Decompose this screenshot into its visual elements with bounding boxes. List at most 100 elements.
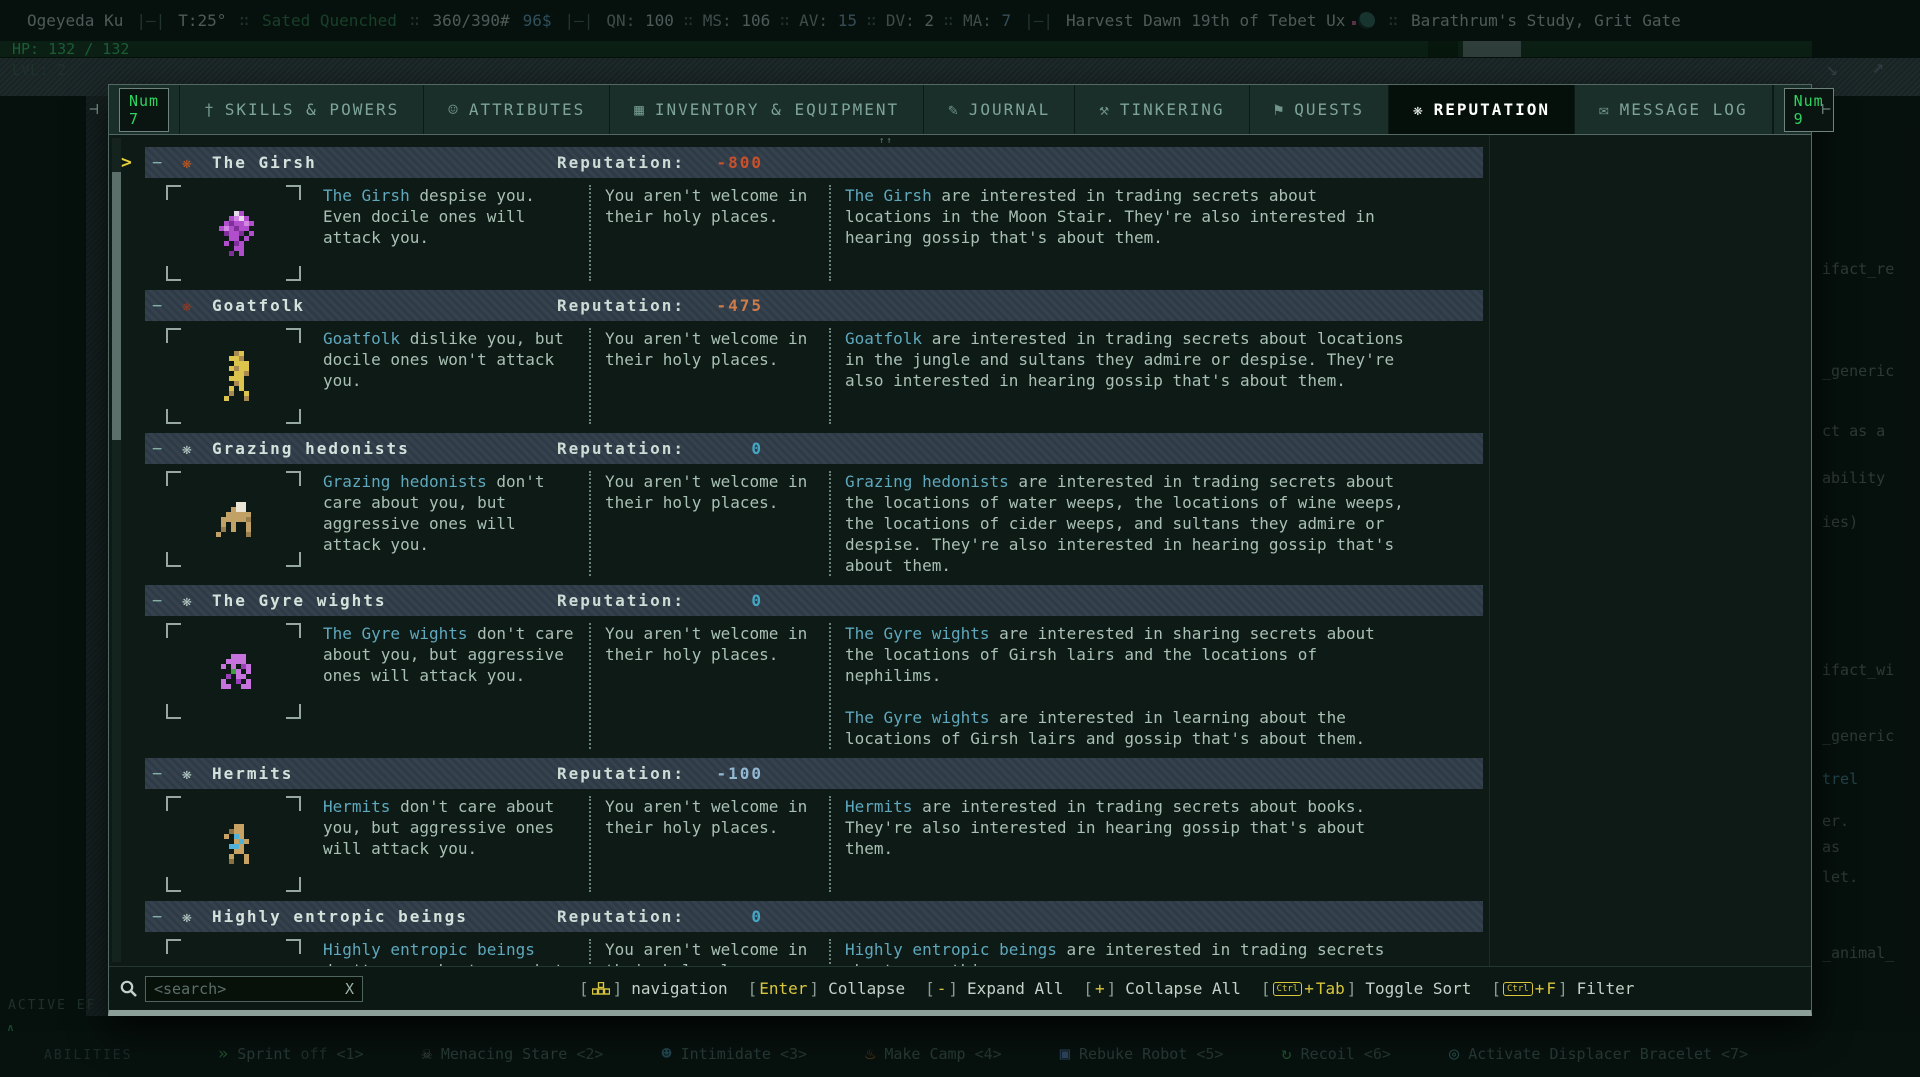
column-separator <box>829 939 831 966</box>
holy-places-text: You aren't welcome in their holy places. <box>605 939 815 966</box>
column-separator <box>829 471 831 576</box>
scroll-indicator-icon: ↑↑ <box>879 136 894 146</box>
next-tab-pager[interactable]: Num 9 <box>1773 85 1844 134</box>
holy-places-text: You aren't welcome in their holy places. <box>605 328 815 424</box>
faction-header[interactable]: > − ❋ Highly entropic beings Reputation:… <box>145 901 1483 932</box>
tab-reputation[interactable]: ❋ REPUTATION <box>1389 85 1575 134</box>
faction-detail: The Girsh despise you. Even docile ones … <box>166 185 1811 281</box>
faction-header[interactable]: > − ❋ The Girsh Reputation: -800 <box>145 147 1483 178</box>
faction-detail: Highly entropic beings don't care about … <box>166 939 1811 966</box>
reputation-label: Reputation: <box>557 153 685 172</box>
column-separator <box>589 939 591 966</box>
prev-tab-key-label[interactable]: Num 7 <box>119 88 169 132</box>
tab-bar: Num 7 † SKILLS & POWERS ☺ ATTRIBUTES ▦ I… <box>108 84 1812 134</box>
window-footer: <search> X []navigation [Enter]Collapse [-… <box>109 966 1811 1010</box>
tab-skills-powers[interactable]: † SKILLS & POWERS <box>180 85 424 134</box>
search-input[interactable]: <search> X <box>145 976 363 1002</box>
column-separator <box>829 796 831 892</box>
tab-attributes[interactable]: ☺ ATTRIBUTES <box>424 85 610 134</box>
faction-name: The Gyre wights <box>212 591 387 610</box>
tab-label: QUESTS <box>1294 100 1364 119</box>
faction-standing-text: The Girsh despise you. Even docile ones … <box>323 185 575 281</box>
chest-icon: ▦ <box>634 100 644 119</box>
person-icon: ☺ <box>448 100 458 119</box>
search-clear-button[interactable]: X <box>345 980 354 998</box>
holy-places-text: You aren't welcome in their holy places. <box>605 796 815 892</box>
faction-header[interactable]: > − ❋ Grazing hedonists Reputation: 0 <box>145 433 1483 464</box>
column-separator <box>589 328 591 424</box>
faction-detail: Goatfolk dislike you, but docile ones wo… <box>166 328 1811 424</box>
scrollbar-track[interactable] <box>112 138 121 962</box>
collapse-toggle[interactable]: − <box>152 153 174 173</box>
tab-label: ATTRIBUTES <box>469 100 585 119</box>
collapse-toggle[interactable]: − <box>152 764 174 784</box>
reputation-label: Reputation: <box>557 296 685 315</box>
navigation-keys-icon <box>592 982 610 995</box>
reputation-window: ⊣ ⊢ Num 7 † SKILLS & POWERS ☺ ATTRIBUTES… <box>108 84 1812 1016</box>
faction-header[interactable]: > − ❋ Hermits Reputation: -100 <box>145 758 1483 789</box>
faction-portrait <box>166 328 301 424</box>
faction-name: The Girsh <box>212 153 317 172</box>
faction-sprite <box>216 502 221 507</box>
tab-strip-left-bracket: ⊣ <box>89 99 99 118</box>
ctrl-key-icon: Ctrl <box>1503 982 1533 996</box>
tab-message-log[interactable]: ✉ MESSAGE LOG <box>1575 85 1773 134</box>
keyboard-hints: []navigation [Enter]Collapse [-]Expand All… <box>579 979 1634 998</box>
faction-portrait <box>166 623 301 719</box>
prev-tab-pager[interactable]: Num 7 <box>109 85 180 134</box>
collapse-toggle[interactable]: − <box>152 591 174 611</box>
holy-places-text: You aren't welcome in their holy places. <box>605 623 815 749</box>
collapse-toggle[interactable]: − <box>152 907 174 927</box>
tab-quests[interactable]: ⚑ QUESTS <box>1250 85 1389 134</box>
faction-standing-text: Goatfolk dislike you, but docile ones wo… <box>323 328 575 424</box>
column-separator <box>589 623 591 749</box>
tab-label: MESSAGE LOG <box>1620 100 1748 119</box>
scrollbar-thumb[interactable] <box>112 172 121 440</box>
hint-collapse-all: [+]Collapse All <box>1083 979 1241 998</box>
faction-flower-icon: ❋ <box>182 439 204 458</box>
column-separator <box>589 471 591 576</box>
tab-inventory-equipment[interactable]: ▦ INVENTORY & EQUIPMENT <box>610 85 924 134</box>
column-separator <box>589 185 591 281</box>
tab-journal[interactable]: ✎ JOURNAL <box>924 85 1075 134</box>
collapse-toggle[interactable]: − <box>152 296 174 316</box>
tab-tinkering[interactable]: ⚒ TINKERING <box>1075 85 1249 134</box>
tab-label: INVENTORY & EQUIPMENT <box>655 100 899 119</box>
hammer-icon: ⚒ <box>1099 100 1109 119</box>
faction-portrait <box>166 796 301 892</box>
tab-label: TINKERING <box>1120 100 1225 119</box>
reputation-value: -800 <box>699 153 763 172</box>
reputation-value: 0 <box>699 591 763 610</box>
faction-name: Grazing hedonists <box>212 439 410 458</box>
faction-sprite <box>219 824 224 829</box>
faction-name: Highly entropic beings <box>212 907 468 926</box>
reputation-value: -475 <box>699 296 763 315</box>
collapse-toggle[interactable]: − <box>152 439 174 459</box>
faction-portrait <box>166 939 301 966</box>
reputation-value: 0 <box>699 907 763 926</box>
hint-filter: [Ctrl+F]Filter <box>1491 979 1634 998</box>
faction-header[interactable]: > − ❋ Goatfolk Reputation: -475 <box>145 290 1483 321</box>
faction-interests-text: The Girsh are interested in trading secr… <box>845 185 1413 281</box>
faction-detail: Hermits don't care about you, but aggres… <box>166 796 1811 892</box>
reputation-label: Reputation: <box>557 439 685 458</box>
hint-expand-all: [-]Expand All <box>925 979 1063 998</box>
column-separator <box>829 328 831 424</box>
envelope-icon: ✉ <box>1599 100 1609 119</box>
faction-section-highly-entropic-beings: > − ❋ Highly entropic beings Reputation:… <box>109 901 1811 966</box>
faction-interests-text: Highly entropic beings are interested in… <box>845 939 1413 966</box>
faction-header[interactable]: > − ❋ The Gyre wights Reputation: 0 <box>145 585 1483 616</box>
holy-places-text: You aren't welcome in their holy places. <box>605 185 815 281</box>
faction-sprite <box>216 654 221 659</box>
holy-places-text: You aren't welcome in their holy places. <box>605 471 815 576</box>
hint-collapse: [Enter]Collapse <box>748 979 906 998</box>
faction-interests-text: Grazing hedonists are interested in trad… <box>845 471 1413 576</box>
faction-section-hermits: > − ❋ Hermits Reputation: -100 Hermits d… <box>109 758 1811 892</box>
hint-navigation: []navigation <box>579 979 728 998</box>
faction-standing-text: The Gyre wights don't care about you, bu… <box>323 623 575 749</box>
faction-section-the-girsh: > − ❋ The Girsh Reputation: -800 The Gir… <box>109 147 1811 281</box>
reputation-value: 0 <box>699 439 763 458</box>
reputation-label: Reputation: <box>557 591 685 610</box>
faction-standing-text: Hermits don't care about you, but aggres… <box>323 796 575 892</box>
faction-section-goatfolk: > − ❋ Goatfolk Reputation: -475 Goatfolk… <box>109 290 1811 424</box>
